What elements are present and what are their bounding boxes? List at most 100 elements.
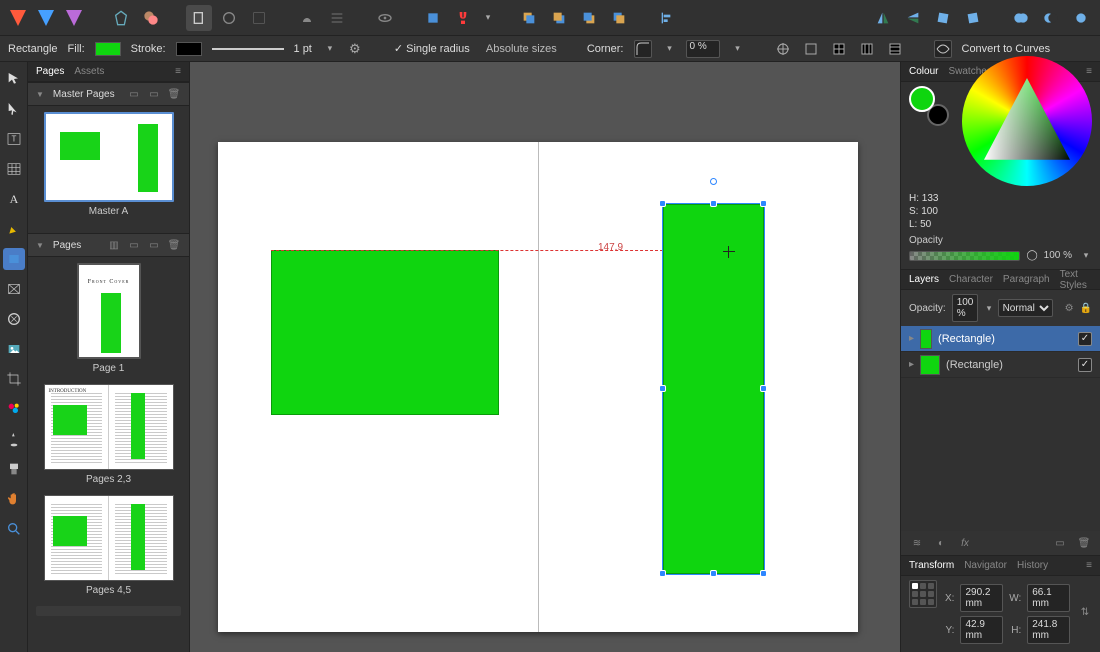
single-radius-checkbox[interactable]: ✓ Single radius	[394, 42, 470, 55]
tab-colour[interactable]: Colour	[909, 66, 938, 77]
layer-row[interactable]: ▸(Rectangle)✓	[901, 326, 1100, 352]
add-page-button[interactable]: ▭	[127, 238, 141, 252]
pen-tool[interactable]	[3, 218, 25, 240]
stroke-swatch[interactable]	[176, 42, 202, 56]
persona-photo[interactable]	[62, 6, 86, 30]
flip-v-button[interactable]	[900, 5, 926, 31]
arrange-back-button[interactable]	[546, 5, 572, 31]
stroke-width-menu[interactable]: ▾	[324, 43, 336, 54]
anchor-button[interactable]	[294, 5, 320, 31]
align-tl-button[interactable]	[774, 40, 792, 58]
stroke-width-slider[interactable]	[212, 48, 284, 50]
align-tr-button[interactable]	[830, 40, 848, 58]
context-convert-button[interactable]: Convert to Curves	[962, 43, 1051, 55]
bool-sub-button[interactable]	[1038, 5, 1064, 31]
picture-frame-tool[interactable]	[3, 278, 25, 300]
flip-h-button[interactable]	[870, 5, 896, 31]
doc-setup-button[interactable]	[108, 5, 134, 31]
layer-settings-button[interactable]: ⚙	[1065, 301, 1074, 315]
zoom-tool[interactable]	[3, 518, 25, 540]
tab-layers[interactable]: Layers	[909, 274, 939, 285]
corner-pct-input[interactable]: 0 %	[686, 40, 720, 58]
rotate-cw-button[interactable]	[960, 5, 986, 31]
master-a-thumb[interactable]	[44, 112, 174, 202]
colour-triangle[interactable]	[984, 78, 1070, 164]
table-tool[interactable]	[3, 158, 25, 180]
colour-panel-menu[interactable]: ≡	[1086, 66, 1092, 77]
bool-add-button[interactable]	[1008, 5, 1034, 31]
rotate-ccw-button[interactable]	[930, 5, 956, 31]
delete-page-button[interactable]: 🗑	[167, 238, 181, 252]
fill-stroke-swatch[interactable]	[909, 86, 949, 126]
spread-view-button[interactable]: ▥	[107, 238, 121, 252]
add-layer-button[interactable]: ▭	[1052, 535, 1068, 551]
pages-45-thumb[interactable]	[44, 495, 174, 581]
delete-master-button[interactable]: 🗑	[167, 87, 181, 101]
layer-visibility-toggle[interactable]: ✓	[1078, 358, 1092, 372]
fill-swatch[interactable]	[95, 42, 121, 56]
stroke-settings-button[interactable]: ⚙	[346, 40, 364, 58]
baseline-button[interactable]	[216, 5, 242, 31]
node-tool[interactable]	[3, 98, 25, 120]
move-tool[interactable]	[3, 68, 25, 90]
anchor-grid[interactable]	[909, 580, 937, 608]
snapping-menu[interactable]: ▾	[482, 12, 494, 23]
tab-navigator[interactable]: Navigator	[964, 560, 1007, 571]
tab-transform[interactable]: Transform	[909, 560, 954, 571]
rectangle-tool[interactable]	[3, 248, 25, 270]
blend-mode-select[interactable]: Normal	[998, 299, 1053, 317]
fill-tool[interactable]	[3, 428, 25, 450]
preview-mode-button[interactable]	[372, 5, 398, 31]
tab-pages[interactable]: Pages	[36, 66, 64, 77]
absolute-sizes-checkbox[interactable]: Absolute sizes	[480, 43, 557, 55]
tab-history[interactable]: History	[1017, 560, 1048, 571]
stroke-width-value[interactable]: 1 pt	[294, 43, 312, 55]
layer-lock-button[interactable]: 🔒	[1080, 301, 1092, 315]
persona-designer[interactable]	[34, 6, 58, 30]
delete-layer-button[interactable]: 🗑	[1076, 535, 1092, 551]
arrange-backward-button[interactable]	[576, 5, 602, 31]
colour-wheel[interactable]	[962, 56, 1092, 186]
transform-panel-menu[interactable]: ≡	[1086, 560, 1092, 571]
align-left-button[interactable]	[654, 5, 680, 31]
transparency-tool[interactable]	[3, 458, 25, 480]
master-pages-header[interactable]: Master Pages ▭ ▭ 🗑	[28, 82, 189, 106]
opacity-slider[interactable]	[909, 251, 1020, 261]
transform-w-input[interactable]: 66.1 mm	[1027, 584, 1070, 612]
pages-23-thumb[interactable]: INTRODUCTION	[44, 384, 174, 470]
preflight-button[interactable]	[186, 5, 212, 31]
layer-effects-button[interactable]: ≋	[909, 535, 925, 551]
tab-textstyles[interactable]: Text Styles	[1060, 269, 1087, 291]
clip-canvas-button[interactable]	[420, 5, 446, 31]
align-cl-button[interactable]	[858, 40, 876, 58]
convert-icon[interactable]	[934, 40, 952, 58]
transform-x-input[interactable]: 290.2 mm	[960, 584, 1003, 612]
pan-tool[interactable]	[3, 488, 25, 510]
align-tc-button[interactable]	[802, 40, 820, 58]
flow-button[interactable]	[324, 5, 350, 31]
link-wh-button[interactable]: ⇅	[1078, 605, 1092, 619]
grid-button[interactable]	[246, 5, 272, 31]
snapping-button[interactable]	[450, 5, 476, 31]
tab-paragraph[interactable]: Paragraph	[1003, 274, 1050, 285]
pages-panel-menu[interactable]: ≡	[175, 66, 181, 77]
dup-page-button[interactable]: ▭	[147, 238, 161, 252]
opacity-value[interactable]: 100 %	[1044, 250, 1072, 261]
bool-int-button[interactable]	[1068, 5, 1094, 31]
preferences-button[interactable]	[138, 5, 164, 31]
arrange-forward-button[interactable]	[516, 5, 542, 31]
transform-y-input[interactable]: 42.9 mm	[960, 616, 1003, 644]
canvas-rectangle-left[interactable]	[271, 250, 499, 415]
corner-type-button[interactable]	[634, 40, 652, 58]
transform-h-input[interactable]: 241.8 mm	[1027, 616, 1070, 644]
layer-visibility-toggle[interactable]: ✓	[1078, 332, 1092, 346]
tab-character[interactable]: Character	[949, 274, 993, 285]
add-master-button[interactable]: ▭	[127, 87, 141, 101]
asset-tool[interactable]	[3, 308, 25, 330]
artboard-master[interactable]: 147.9	[218, 142, 858, 632]
crop-tool[interactable]	[3, 368, 25, 390]
persona-publisher[interactable]	[6, 6, 30, 30]
arrange-front-button[interactable]	[606, 5, 632, 31]
tab-assets[interactable]: Assets	[74, 66, 104, 77]
pages-header[interactable]: Pages ▥ ▭ ▭ 🗑	[28, 233, 189, 257]
